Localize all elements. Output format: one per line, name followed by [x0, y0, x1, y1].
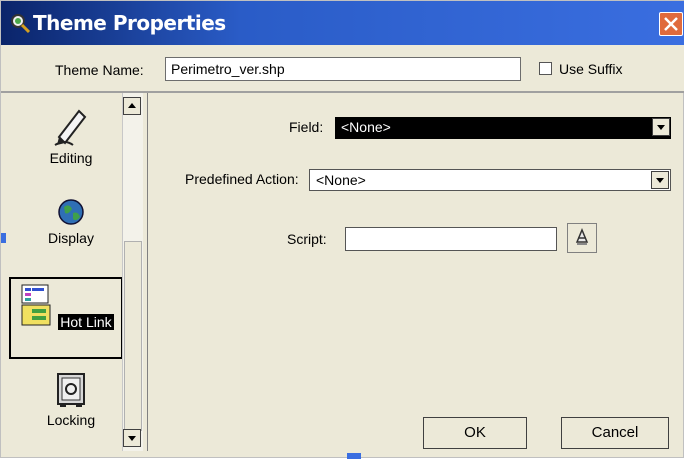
safe-icon [57, 373, 85, 407]
predefined-action-label: Predefined Action: [185, 171, 299, 187]
scroll-thumb[interactable] [124, 241, 142, 431]
pencil-icon [54, 109, 87, 146]
action-dropdown-button[interactable] [651, 171, 669, 189]
chevron-down-icon [656, 178, 664, 183]
category-label: Display [48, 230, 94, 246]
script-edit-icon [575, 228, 589, 245]
chevron-down-icon [657, 125, 665, 130]
use-suffix-label: Use Suffix [559, 61, 623, 77]
category-hot-link[interactable]: Hot Link [9, 277, 123, 359]
theme-name-input[interactable]: Perimetro_ver.shp [165, 57, 521, 81]
title-bar[interactable]: Theme Properties [1, 1, 684, 45]
field-dropdown-button[interactable] [652, 118, 670, 136]
cancel-button[interactable]: Cancel [561, 417, 669, 449]
arrow-down-icon [128, 436, 136, 441]
category-label: Locking [46, 412, 96, 428]
script-label: Script: [287, 231, 327, 247]
script-input[interactable] [345, 227, 557, 251]
script-browse-button[interactable] [567, 223, 597, 253]
category-editing[interactable]: Editing [21, 103, 121, 166]
resize-marker [1, 233, 6, 243]
field-value: <None> [341, 119, 391, 135]
field-label: Field: [289, 119, 324, 135]
use-suffix-checkbox[interactable] [539, 62, 552, 75]
category-locking[interactable]: Locking [21, 371, 121, 428]
category-label: Hot Link [58, 314, 114, 330]
close-button[interactable] [659, 12, 683, 36]
window-title: Theme Properties [33, 11, 226, 35]
resize-marker [347, 453, 361, 459]
ok-button[interactable]: OK [423, 417, 527, 449]
category-label: Editing [49, 150, 93, 166]
theme-name-label: Theme Name: [55, 62, 144, 78]
hotlink-icon [21, 284, 51, 326]
theme-name-row: Theme Name: Perimetro_ver.shp Use Suffix [1, 45, 684, 91]
close-icon [664, 17, 678, 31]
magnifier-icon [11, 14, 31, 34]
predefined-action-value: <None> [316, 172, 366, 188]
field-select[interactable]: <None> [335, 117, 671, 139]
arrow-up-icon [128, 103, 136, 108]
scroll-up-button[interactable] [123, 97, 141, 115]
globe-icon [58, 199, 84, 225]
theme-properties-dialog: Theme Properties Theme Name: Perimetro_v… [0, 0, 684, 459]
predefined-action-select[interactable]: <None> [309, 169, 671, 191]
scroll-down-button[interactable] [123, 429, 141, 447]
category-scrollbar[interactable] [122, 93, 143, 451]
category-display[interactable]: Display [21, 197, 121, 246]
